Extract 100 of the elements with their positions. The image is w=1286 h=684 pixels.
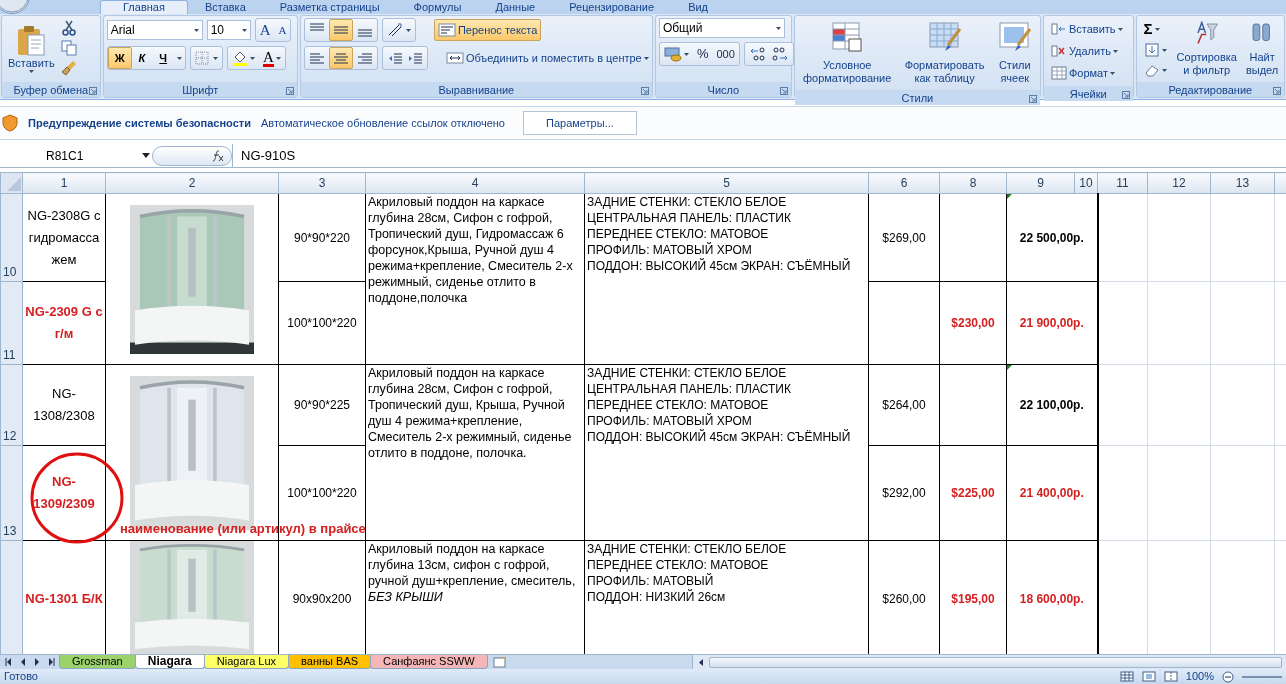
decrease-decimal-icon[interactable] — [770, 46, 789, 62]
warning-title: Предупреждение системы безопасности — [28, 115, 251, 131]
sheet-tab[interactable]: Niagara — [134, 655, 205, 669]
description-cell: Акриловый поддон на каркасе глубина 28см, Сифон с гофрой, Тропический душ, Гидромассаж 6 форсунок,Крыша, Ручной душ 4 режима+крепление, Смеситель 2-х режимный, сиденье отлито в поддоне,полочка — [365, 193, 585, 365]
vertical-align-icon — [356, 29, 373, 37]
row-header[interactable]: 11 — [0, 281, 23, 365]
orientation-button[interactable] — [381, 18, 416, 42]
caret-icon — [405, 28, 411, 32]
column-header[interactable]: 12 — [1147, 172, 1211, 194]
column-header[interactable]: 4 — [365, 172, 585, 194]
cells-button[interactable]: Удалить — [1046, 40, 1127, 62]
formula-field[interactable]: NG-910S — [232, 143, 1286, 168]
model-cell: NG-2308G с гидромассажем — [22, 193, 106, 282]
zoom-slider-track[interactable] — [1242, 675, 1282, 678]
vertical-align-button[interactable] — [328, 19, 353, 41]
paste-button[interactable]: Вставить — [5, 22, 58, 80]
font-name-field[interactable]: Arial — [106, 20, 203, 40]
brush-icon[interactable] — [60, 60, 77, 76]
shrink-font-button[interactable]: A — [274, 19, 291, 41]
caret-icon — [250, 56, 256, 60]
thousands-button[interactable]: 000 — [712, 43, 739, 65]
text-align-button[interactable] — [328, 47, 353, 69]
column-header[interactable]: 2 — [105, 172, 279, 194]
font-color-button[interactable]: A — [259, 47, 285, 69]
price-cell: 21 900,00р. — [1006, 281, 1098, 365]
wrap-text-button[interactable]: Перенос текста — [433, 19, 542, 41]
caret-icon — [1112, 49, 1118, 53]
size-cell: 90*90*225 — [278, 364, 366, 446]
normal-view-icon[interactable] — [1119, 671, 1134, 682]
sheet-tab[interactable]: Санфаянс SSWW — [370, 655, 488, 669]
sheet-nav-icon[interactable] — [46, 657, 56, 667]
zoom-out-icon[interactable] — [1222, 670, 1234, 683]
grow-font-button[interactable]: A — [255, 19, 275, 41]
row-header[interactable]: 12 — [0, 364, 23, 446]
description-cell: Акриловый поддон на каркасе глубина 28см, Сифон с гофрой, Тропический душ, Крыша, Ручной душ 4 режима+крепление, Смеситель 2-х режимный, сиденье отлито в поддоне, полочка. — [365, 364, 585, 541]
sort-filter-button[interactable]: Сортировка и фильтр — [1173, 18, 1240, 80]
decrease-indent-icon[interactable] — [386, 51, 403, 65]
sheet-tab[interactable]: ванны BAS — [288, 655, 372, 669]
column-header[interactable]: 10 — [1074, 172, 1098, 194]
row-header[interactable]: 13 — [0, 445, 23, 541]
group-label: Буфер обмена — [13, 83, 89, 98]
new-sheet-icon[interactable] — [491, 656, 508, 668]
font-style-button[interactable]: Ч — [152, 47, 175, 69]
increase-decimal-icon[interactable] — [748, 46, 767, 62]
dialog-launcher-icon — [1028, 95, 1037, 104]
options-button[interactable]: Параметры... — [523, 111, 637, 135]
row-header[interactable]: 10 — [0, 193, 23, 282]
sheet-tab[interactable]: Niagara Lux — [203, 655, 290, 669]
sheet-tab[interactable]: Grossman — [59, 655, 136, 669]
group-label: Стили — [901, 91, 934, 106]
scissors-icon[interactable] — [60, 20, 77, 36]
price-cell: $230,00 — [939, 281, 1007, 365]
cells-button[interactable]: Формат — [1046, 62, 1127, 84]
ribbon-tab[interactable]: Разметка страницы — [262, 0, 397, 14]
font-style-button[interactable]: К — [131, 47, 153, 69]
cells-button[interactable]: Вставить — [1046, 18, 1127, 40]
ribbon-tab[interactable]: Рецензирование — [552, 0, 672, 14]
caret-icon — [1117, 27, 1123, 31]
percent-button[interactable]: % — [692, 43, 713, 65]
column-header[interactable]: 6 — [868, 172, 940, 194]
horizontal-scrollbar[interactable] — [691, 655, 1286, 669]
ribbon-tab[interactable]: Вставка — [187, 0, 263, 14]
dialog-launcher-icon — [1121, 91, 1130, 100]
price-cell: 22 100,00р. — [1006, 364, 1098, 446]
page-layout-icon[interactable] — [1141, 671, 1156, 682]
merge-center-button[interactable]: Объединить и поместить в центре — [441, 47, 653, 69]
column-header[interactable]: 9 — [1006, 172, 1075, 194]
wrap-text-icon — [437, 23, 456, 37]
price-cell: $269,00 — [868, 193, 940, 282]
column-header[interactable]: 11 — [1097, 172, 1148, 194]
text-align-icon — [356, 51, 373, 65]
caret-icon — [1161, 48, 1167, 52]
zoom-level[interactable]: 100% — [1185, 668, 1214, 684]
autosum-button[interactable]: Σ — [1139, 18, 1171, 40]
column-header[interactable]: 3 — [278, 172, 366, 194]
sheet-nav-icon[interactable] — [4, 657, 14, 667]
name-box[interactable]: R81C1 — [0, 146, 150, 165]
font-style-button[interactable]: Ж — [107, 47, 132, 69]
ribbon-tab[interactable]: Вид — [671, 0, 726, 14]
styles-button[interactable]: Форматировать как таблицу — [901, 18, 988, 88]
ribbon-tab[interactable]: Главная — [100, 0, 188, 14]
column-header[interactable]: 8 — [939, 172, 1007, 194]
caret-icon — [275, 56, 281, 60]
font-size-field[interactable]: 10 — [206, 20, 251, 40]
styles-button[interactable]: Стили ячеек — [994, 18, 1035, 88]
column-header[interactable]: 5 — [584, 172, 869, 194]
column-header[interactable]: 13 — [1210, 172, 1275, 194]
dialog-launcher-icon — [640, 87, 649, 96]
ribbon-tab[interactable]: Данные — [478, 0, 553, 14]
status-text: Готово — [4, 669, 38, 684]
column-header[interactable]: 1 — [22, 172, 106, 194]
number-format-field[interactable]: Общий — [658, 18, 785, 38]
page-break-icon[interactable] — [1163, 671, 1178, 682]
styles-button[interactable]: Условное форматирование — [800, 18, 895, 88]
increase-indent-icon[interactable] — [406, 51, 423, 65]
find-select-button[interactable]: Найт выдел — [1242, 18, 1282, 80]
ribbon-tab[interactable]: Формулы — [396, 0, 479, 14]
fx-icon[interactable] — [211, 149, 225, 162]
caret-icon — [643, 56, 649, 60]
model-cell: NG-1308/2308 — [22, 364, 106, 446]
